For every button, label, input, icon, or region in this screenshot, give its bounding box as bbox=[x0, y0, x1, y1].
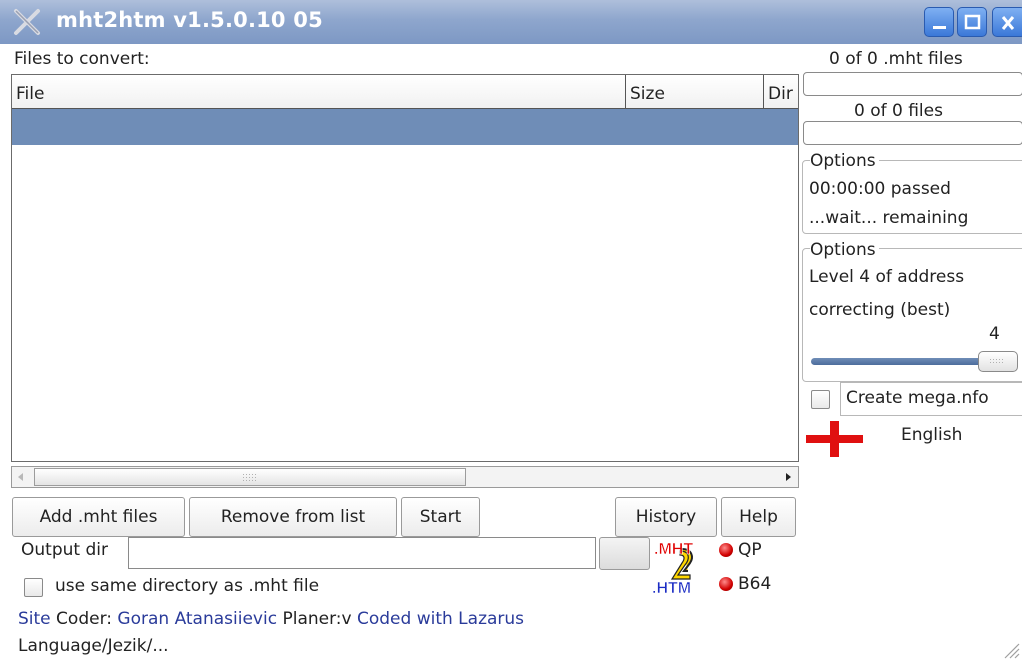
maximize-button[interactable] bbox=[957, 7, 987, 37]
grip-icon bbox=[243, 474, 256, 481]
history-button[interactable]: History bbox=[615, 497, 717, 537]
mht-count-label: 0 of 0 .mht files bbox=[829, 49, 963, 69]
credits-line: Site Coder: Goran Atanasiievic Planer:v … bbox=[18, 609, 524, 629]
england-flag-icon[interactable] bbox=[806, 421, 863, 457]
qp-label: QP bbox=[738, 540, 762, 560]
close-button[interactable] bbox=[992, 7, 1022, 37]
main-window: mht2htm v1.5.0.10 05 Files to convert: F… bbox=[0, 0, 1022, 661]
selected-row[interactable] bbox=[12, 109, 798, 145]
column-size[interactable]: Size bbox=[626, 75, 764, 109]
lazarus-link[interactable]: Coded with Lazarus bbox=[357, 609, 524, 629]
site-link[interactable]: Site bbox=[18, 609, 51, 629]
grip-icon bbox=[990, 359, 1003, 363]
add-mht-files-button[interactable]: Add .mht files bbox=[12, 497, 185, 537]
qp-radio-icon[interactable] bbox=[719, 543, 733, 557]
coder-link[interactable]: Goran Atanasiievic bbox=[117, 609, 277, 629]
column-dir[interactable]: Dir bbox=[764, 75, 798, 109]
language-label[interactable]: English bbox=[901, 425, 962, 445]
b64-label: B64 bbox=[738, 574, 772, 594]
time-passed: 00:00:00 passed bbox=[809, 179, 951, 199]
same-directory-checkbox[interactable] bbox=[24, 578, 43, 597]
coder-label: Coder: bbox=[56, 609, 112, 629]
output-dir-input[interactable] bbox=[128, 537, 596, 569]
mht-progress-bar bbox=[803, 72, 1022, 96]
options-group-title: Options bbox=[810, 240, 879, 260]
planer-label: Planer:v bbox=[282, 609, 352, 629]
remove-from-list-button[interactable]: Remove from list bbox=[189, 497, 397, 537]
files-progress-bar bbox=[803, 121, 1022, 145]
scrollbar-thumb[interactable] bbox=[34, 468, 466, 486]
level-value: 4 bbox=[989, 324, 1000, 344]
mht-htm-logo-icon: .MHT .HTM bbox=[652, 541, 694, 595]
title-bar[interactable]: mht2htm v1.5.0.10 05 bbox=[0, 0, 1022, 44]
scroll-right-icon[interactable] bbox=[782, 471, 794, 483]
scroll-left-icon[interactable] bbox=[15, 471, 27, 483]
maximize-icon bbox=[964, 14, 981, 30]
app-x-icon bbox=[14, 9, 40, 35]
browse-button[interactable] bbox=[599, 537, 650, 570]
language-link[interactable]: Language/Jezik/... bbox=[18, 636, 169, 656]
time-group-title: Options bbox=[810, 151, 879, 171]
level-slider-handle[interactable] bbox=[978, 351, 1018, 372]
minimize-icon bbox=[933, 26, 946, 29]
start-button[interactable]: Start bbox=[401, 497, 480, 537]
create-mega-checkbox[interactable] bbox=[811, 390, 830, 409]
b64-radio-icon[interactable] bbox=[719, 577, 733, 591]
options-line2: correcting (best) bbox=[809, 300, 951, 320]
resize-grip-icon[interactable] bbox=[1002, 641, 1020, 659]
window-title: mht2htm v1.5.0.10 05 bbox=[56, 8, 323, 32]
create-mega-label: Create mega.nfo bbox=[846, 388, 989, 408]
files-to-convert-label: Files to convert: bbox=[14, 49, 150, 69]
file-list[interactable]: File Size Dir bbox=[11, 74, 799, 462]
options-line1: Level 4 of address bbox=[809, 267, 965, 287]
logo-mht-text: .MHT bbox=[654, 541, 693, 558]
horizontal-scrollbar[interactable] bbox=[11, 466, 799, 488]
column-file[interactable]: File bbox=[12, 75, 626, 109]
close-icon bbox=[1001, 16, 1015, 30]
logo-htm-text: .HTM bbox=[652, 580, 691, 595]
files-count-label: 0 of 0 files bbox=[854, 101, 943, 121]
help-button[interactable]: Help bbox=[721, 497, 796, 537]
create-mega-frame[interactable]: Create mega.nfo bbox=[840, 382, 1022, 416]
minimize-button[interactable] bbox=[924, 7, 954, 37]
output-dir-label: Output dir bbox=[21, 540, 108, 560]
time-remaining: ...wait... remaining bbox=[809, 208, 969, 228]
same-directory-label: use same directory as .mht file bbox=[55, 576, 320, 596]
